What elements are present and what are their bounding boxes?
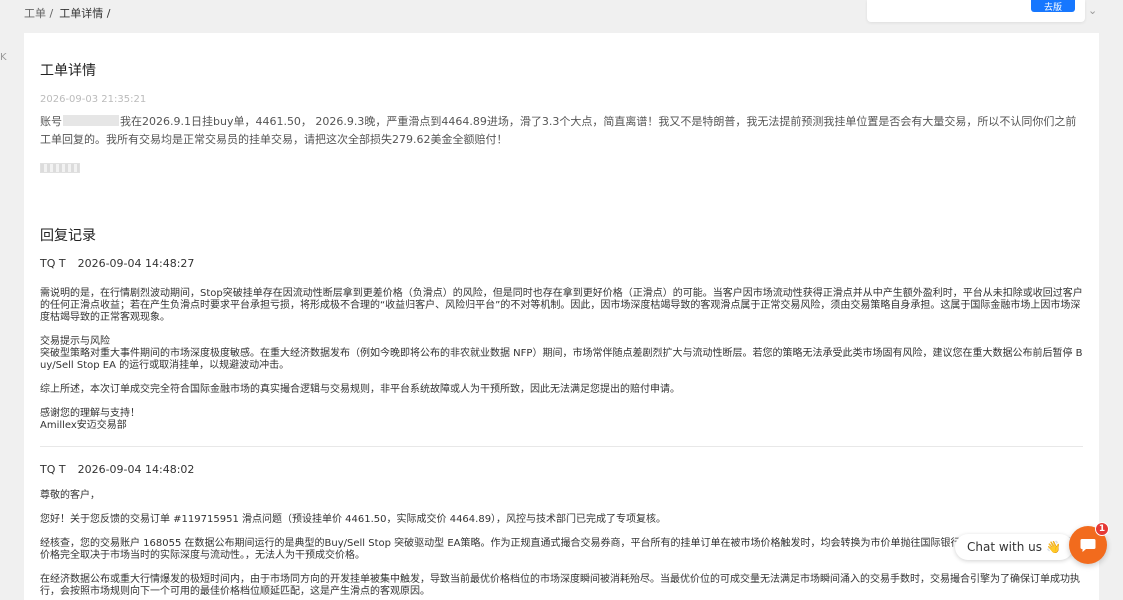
breadcrumb: 工单 / 工单详情 / [24,5,110,21]
reply-signature: 感谢您的理解与支持！ Amillex安迈交易部 [40,408,140,431]
wave-icon: 👋 [1046,540,1061,554]
chevron-down-icon[interactable]: ⌄ [1088,4,1097,17]
ticket-message: 我在2026.9.1日挂buy单，4461.50， 2026.9.3晚，严重滑点… [40,115,1077,146]
reply-author: TQ T [40,257,66,270]
replies-title: 回复记录 [40,228,96,244]
reply-paragraph: 尊敬的客户， [40,490,100,501]
top-panel-button[interactable]: 去版 [1031,0,1075,12]
page-title: 工单详情 [40,63,96,79]
reply-item: TQ T 2026-09-04 14:48:27 需说明的是，在行情剧烈波动期间… [40,257,1085,444]
ticket-content: 账号 我在2026.9.1日挂buy单，4461.50， 2026.9.3晚，严重… [40,113,1080,149]
reply-paragraph: 综上所述，本次订单成交完全符合国际金融市场的真实撮合逻辑与交易规则，非平台系统故… [40,384,680,395]
unread-badge: 1 [1095,522,1109,536]
collapse-edge-mark[interactable]: K [0,52,7,63]
reply-author: TQ T [40,463,66,476]
redacted-account [63,115,119,126]
ticket-account-label: 账号 [40,115,62,128]
reply-paragraph: 需说明的是，在行情剧烈波动期间，Stop突破挂单存在因流动性断层拿到更差价格（负… [40,288,1083,323]
top-popover-panel: 去版 [867,0,1085,22]
breadcrumb-current: 工单详情 / [59,7,111,20]
reply-paragraph: 交易提示与风险 突破型策略对重大事件期间的市场深度极度敏感。在重大经济数据发布（… [40,336,1083,371]
reply-time: 2026-09-04 14:48:02 [77,463,195,476]
reply-item: TQ T 2026-09-04 14:48:02 尊敬的客户， 您好！关于您反馈… [40,463,1085,600]
chat-label: Chat with us [967,540,1042,554]
breadcrumb-root[interactable]: 工单 / [24,5,53,21]
reply-paragraph: 您好！关于您反馈的交易订单 #119715951 滑点问题（预设挂单价 4461… [40,514,667,525]
reply-paragraph: 经核查，您的交易账户 168055 在数据公布期间运行的是典型的Buy/Sell… [40,538,1081,561]
chat-bubble-icon [1080,539,1096,552]
chat-with-us-button[interactable]: Chat with us 👋 [955,534,1073,560]
reply-time: 2026-09-04 14:48:27 [77,257,195,270]
attachment-thumbnail[interactable] [40,163,80,173]
ticket-detail-card: 工单详情 2026-09-03 21:35:21 账号 我在2026.9.1日挂b… [24,33,1099,600]
reply-paragraph: 在经济数据公布或重大行情爆发的极短时间内，由于市场同方向的开发挂单被集中触发，导… [40,574,1080,597]
ticket-timestamp: 2026-09-03 21:35:21 [40,94,147,105]
reply-divider [40,446,1083,447]
